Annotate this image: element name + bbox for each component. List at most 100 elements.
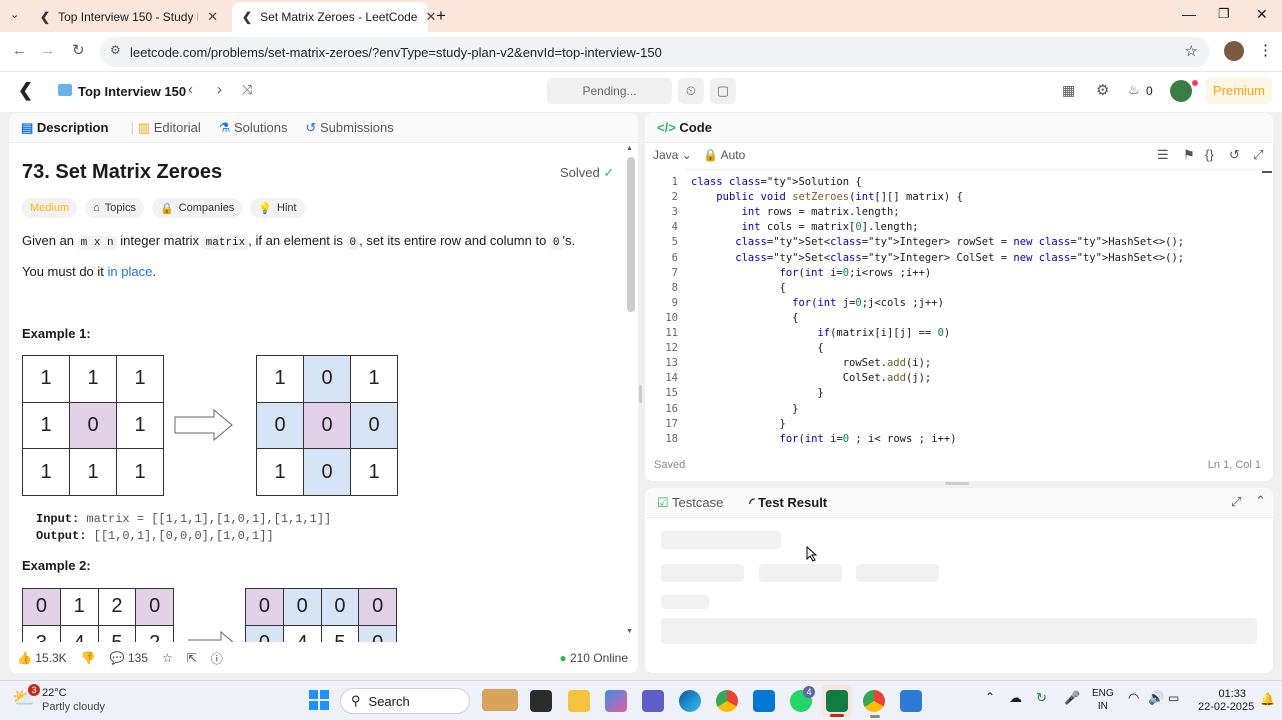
leetcode-logo-icon[interactable]: ❮ [18,80,33,101]
code-line[interactable]: rowSet.add(i); [691,356,932,371]
code-line[interactable]: for(int j=0;j<cols ;j++) [691,296,944,311]
sync-icon[interactable]: ↻ [1036,690,1047,706]
browser-tab-study-plan[interactable]: ❮ Top Interview 150 - Study Plan ✕ [30,2,228,32]
weather-widget[interactable]: ⛅ 3 [12,684,40,710]
run-status-button[interactable]: Pending... [547,78,672,104]
in-place-link[interactable]: in place [108,264,153,279]
battery-icon[interactable]: ▭ [1168,691,1179,705]
code-line[interactable]: class="ty">Set<class="ty">Integer> ColSe… [691,251,1184,266]
tab-description[interactable]: ▤ Description [21,120,108,136]
tab-solutions[interactable]: ⚗ Solutions [219,120,288,136]
timer-icon[interactable]: ⏲ [678,78,704,104]
code-line[interactable]: { [691,281,786,296]
news-widget-icon[interactable] [482,689,518,711]
hint-chip[interactable]: 💡 Hint [250,198,305,218]
wifi-icon[interactable]: ◠ [1128,690,1139,706]
favorite-star-icon[interactable]: ☆ [162,651,173,665]
collapse-icon[interactable]: ⌃ [1255,493,1266,509]
premium-button[interactable]: Premium [1206,78,1272,104]
panel-resize-handle[interactable] [639,385,642,403]
scroll-thumb[interactable] [627,157,635,312]
profile-avatar[interactable] [1224,41,1244,61]
tab-search-chevron-icon[interactable]: ⌄ [10,8,19,21]
vertical-resize-handle[interactable] [945,482,969,485]
task-view-icon[interactable] [530,690,552,712]
windows-start-icon[interactable] [309,690,329,710]
share-icon[interactable]: ⇱ [187,651,197,665]
chrome-profile-icon[interactable] [863,690,885,712]
minimize-icon[interactable]: — [1182,6,1196,22]
code-line[interactable]: { [691,311,798,326]
code-line[interactable]: class class="ty">Solution { [691,175,862,190]
settings-gear-icon[interactable]: ⚙ [1096,81,1109,99]
excel-icon[interactable] [826,690,848,712]
tab-testcase[interactable]: ☑ Testcase [657,495,723,511]
user-avatar[interactable] [1170,80,1192,102]
tab-submissions[interactable]: ↺ Submissions [305,120,393,136]
code-line[interactable]: for(int i=0 ; i< rows ; i++) [691,432,957,447]
auto-mode[interactable]: 🔒 Auto [703,148,745,162]
code-line[interactable]: } [691,402,798,417]
new-tab-icon[interactable]: + [436,6,446,26]
description-scrollbar[interactable]: ▲ ▼ [626,145,636,635]
prev-problem-icon[interactable]: ‹ [188,81,193,98]
chrome-icon[interactable] [716,690,738,712]
back-icon[interactable]: ← [12,42,27,59]
braces-icon[interactable]: {} [1205,147,1214,162]
tab-editorial[interactable]: ▥ Editorial [138,120,201,136]
notification-bell-icon[interactable]: 🔔 [1260,692,1275,706]
expand-icon[interactable]: ⤢ [1231,494,1241,510]
code-line[interactable]: if(matrix[i][j] == 0) [691,326,950,341]
weather-text[interactable]: 22°C Partly cloudy [42,686,105,714]
notes-icon[interactable]: ▢ [710,78,736,104]
site-info-icon[interactable]: ⚙ [110,43,121,57]
format-icon[interactable]: ☰ [1157,147,1169,163]
browser-tab-set-matrix-zeroes[interactable]: ❮ Set Matrix Zeroes - LeetCode ✕ [232,2,436,32]
next-problem-icon[interactable]: › [217,81,222,98]
code-line[interactable]: } [691,417,786,432]
code-tab[interactable]: </> Code [657,120,712,135]
store-icon[interactable] [753,690,775,712]
fullscreen-icon[interactable]: ⤢ [1253,147,1263,163]
copilot-icon[interactable] [605,690,627,712]
language-select[interactable]: Java ⌄ [653,148,692,162]
comments-button[interactable]: 💬 135 [110,651,148,665]
code-line[interactable]: for(int i=0;i<rows ;i++) [691,266,932,281]
help-icon[interactable]: ⓘ [211,650,223,667]
volume-icon[interactable]: 🔊 [1148,690,1164,706]
teams-icon[interactable] [642,690,664,712]
topics-chip[interactable]: ⌂ Topics [85,198,144,218]
clock[interactable]: 01:33 [1206,687,1246,701]
code-line[interactable]: int rows = matrix.length; [691,205,900,220]
url-field[interactable]: ⚙ leetcode.com/problems/set-matrix-zeroe… [100,37,1210,67]
code-line[interactable]: class="ty">Set<class="ty">Integer> rowSe… [691,235,1184,250]
close-tab-icon[interactable]: ✕ [207,9,218,25]
reload-icon[interactable]: ↻ [72,41,85,59]
reset-icon[interactable]: ↺ [1229,147,1240,163]
bookmark-icon[interactable]: ⚑ [1183,147,1195,163]
code-line[interactable]: int cols = matrix[0].length; [691,220,919,235]
forward-icon[interactable]: → [40,42,55,59]
microphone-icon[interactable]: 🎤 [1064,690,1080,706]
layout-grid-icon[interactable]: ▦ [1062,82,1075,99]
maximize-icon[interactable]: ❐ [1218,6,1230,22]
tab-test-result[interactable]: ◜ Test Result [749,495,827,511]
code-line[interactable]: } [691,386,823,401]
show-hidden-icons[interactable]: ⌃ [985,690,995,704]
snipping-tool-icon[interactable] [900,690,922,712]
companies-chip[interactable]: 🔒 Companies [151,198,243,218]
close-tab-icon[interactable]: ✕ [425,9,436,25]
taskbar-search-box[interactable]: ⚲ Search [340,688,470,714]
file-explorer-icon[interactable] [568,690,590,712]
random-problem-icon[interactable]: ⤨ [242,82,252,98]
edge-icon[interactable] [679,690,701,712]
code-line[interactable]: ColSet.add(j); [691,371,932,386]
streak-fire-icon[interactable]: ♨ [1128,82,1140,98]
code-line[interactable]: public void setZeroes(int[][] matrix) { [691,190,963,205]
browser-menu-icon[interactable]: ⋮ [1258,41,1273,59]
code-line[interactable]: { [691,341,823,356]
onedrive-cloud-icon[interactable]: ☁ [1009,690,1022,706]
bookmark-star-icon[interactable]: ☆ [1185,42,1198,60]
dislike-icon[interactable]: 👎 [81,651,96,665]
close-window-icon[interactable]: ✕ [1256,6,1268,23]
